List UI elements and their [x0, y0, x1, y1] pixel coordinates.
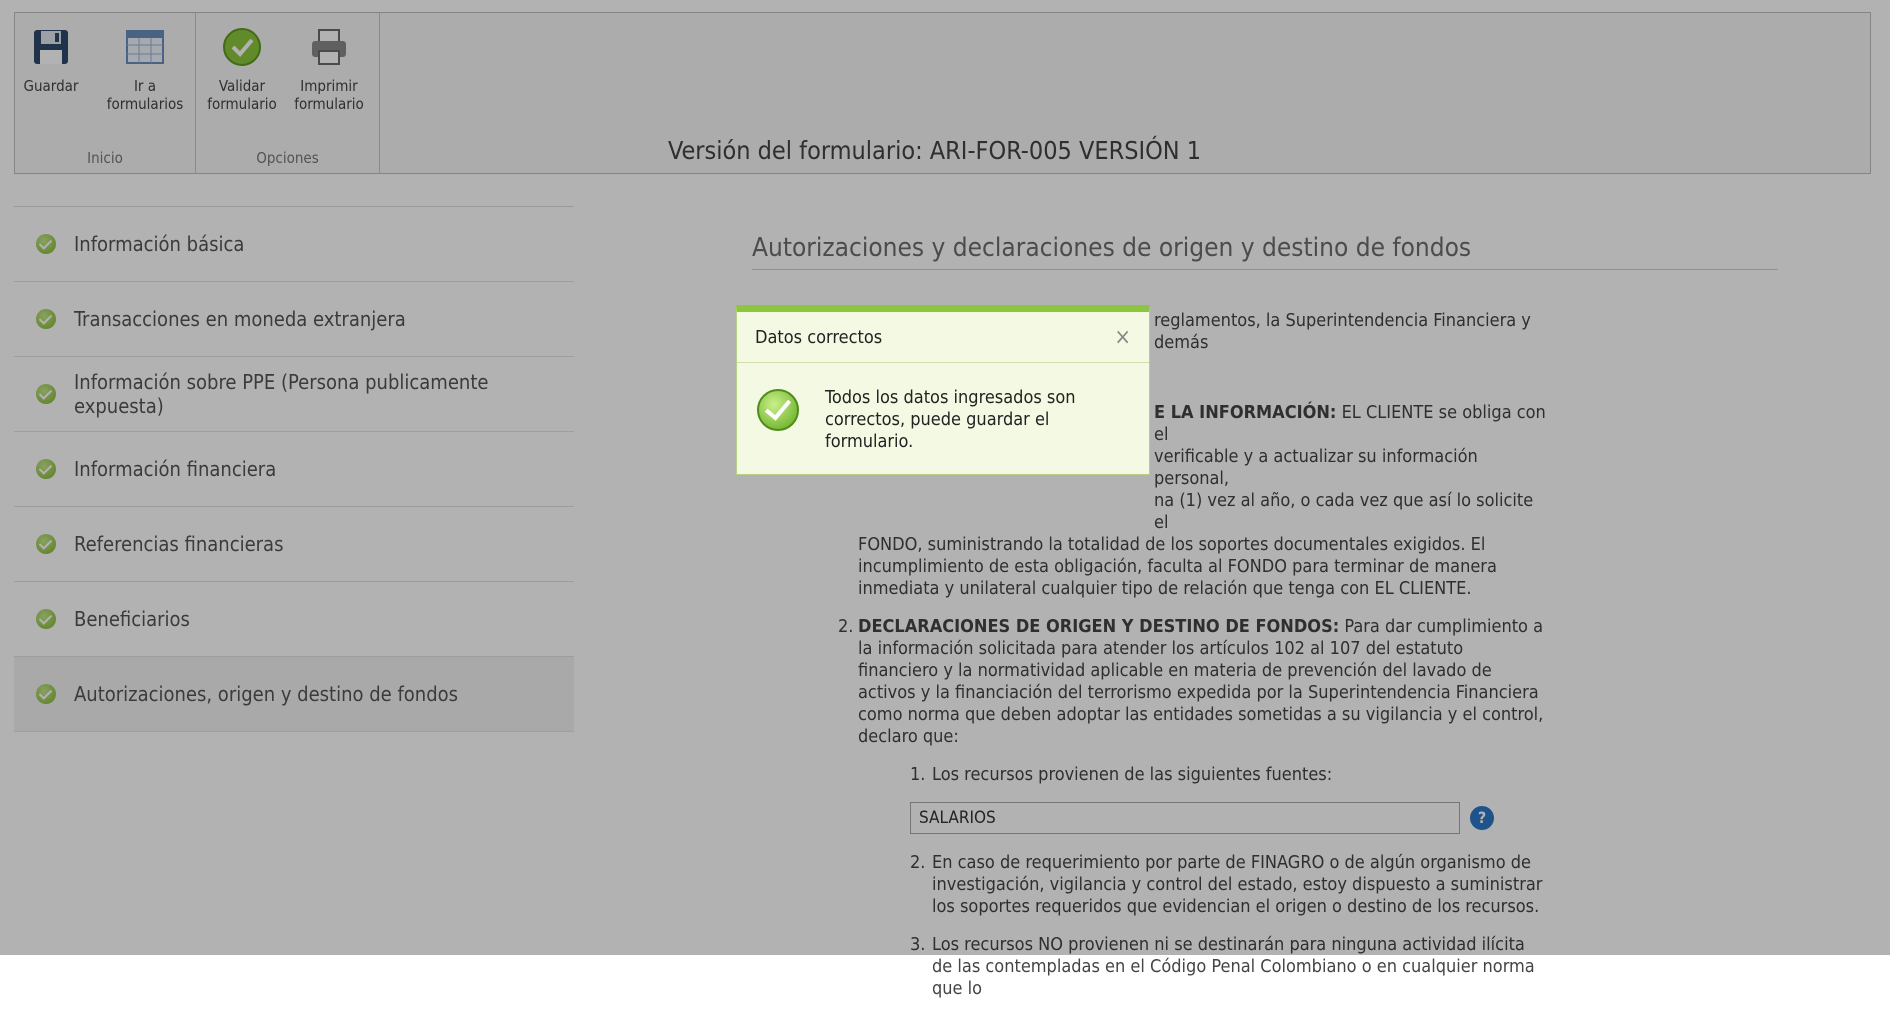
- close-icon[interactable]: ×: [1114, 325, 1131, 350]
- dialog-body: Todos los datos ingresados son correctos…: [737, 363, 1149, 477]
- success-check-icon: [757, 389, 799, 431]
- dialog-message: Todos los datos ingresados son correctos…: [825, 387, 1076, 452]
- success-dialog: Datos correctos × Todos los datos ingres…: [736, 305, 1150, 475]
- modal-overlay[interactable]: [0, 0, 1890, 955]
- dialog-title: Datos correctos: [755, 326, 883, 348]
- dialog-header: Datos correctos ×: [737, 312, 1149, 363]
